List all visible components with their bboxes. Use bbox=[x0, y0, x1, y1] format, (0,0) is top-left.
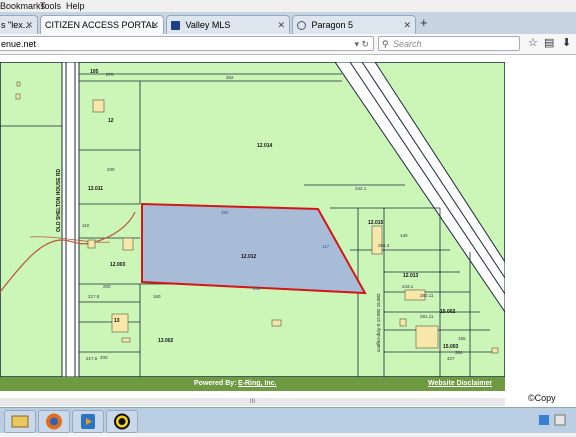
star-icon[interactable]: ☆ bbox=[528, 36, 538, 49]
address-bar[interactable]: enue.net ▾ ↻ bbox=[0, 36, 374, 51]
map-footer: Powered By: E-Ring, Inc. Website Disclai… bbox=[0, 377, 505, 391]
dimension-label: 286.3 bbox=[378, 243, 390, 248]
circle-app-icon[interactable] bbox=[106, 410, 138, 433]
powered-by-label: Powered By: bbox=[194, 380, 237, 387]
parcel-label: 12.003 bbox=[110, 262, 126, 268]
parcel-map[interactable]: 105 12 12.014 12.011 12.012 12.003 12.01… bbox=[0, 61, 506, 378]
tab-4-label: Paragon 5 bbox=[311, 20, 354, 30]
dimension-label: 342.1 bbox=[355, 186, 367, 191]
horizontal-scrollbar[interactable]: III bbox=[0, 398, 505, 406]
media-player-icon[interactable] bbox=[72, 410, 104, 433]
dimension-label: 200 bbox=[103, 284, 111, 289]
bookmark-list-icon[interactable]: ▤ bbox=[544, 36, 554, 49]
tab-3-label: Valley MLS bbox=[185, 20, 231, 30]
tab-4[interactable]: Paragon 5 ✕ bbox=[292, 15, 416, 34]
dimension-label: 260 bbox=[253, 286, 261, 291]
close-tab-icon[interactable]: ✕ bbox=[25, 16, 33, 34]
menu-tools[interactable]: Tools bbox=[40, 0, 61, 12]
dimension-label: 160 bbox=[153, 294, 161, 299]
search-icon: ⚲ bbox=[382, 39, 389, 49]
valley-mls-icon bbox=[171, 21, 180, 31]
dimension-label: 262 bbox=[226, 75, 234, 80]
dimension-label: 217.6 bbox=[86, 356, 98, 361]
ering-link[interactable]: E-Ring, Inc. bbox=[238, 377, 277, 391]
parcel-label: 12.013 bbox=[403, 273, 419, 279]
dimension-label: 140 bbox=[400, 233, 408, 238]
search-input[interactable]: ⚲ Search bbox=[378, 36, 520, 51]
parcel-label: 13.002 bbox=[158, 338, 174, 344]
parcel-label: 12.014 bbox=[257, 143, 273, 149]
parcel-label: 12.012 bbox=[241, 254, 257, 260]
dimension-label: 243.1 bbox=[402, 284, 414, 289]
parcel-label: 12 bbox=[108, 118, 114, 124]
road-label: OLD SHELTON HOUSE RD bbox=[56, 168, 62, 232]
menu-help[interactable]: Help bbox=[66, 0, 85, 12]
dimension-label: 200 bbox=[107, 167, 115, 172]
taskbar bbox=[0, 407, 576, 433]
close-tab-icon[interactable]: ✕ bbox=[151, 16, 159, 34]
parcel-label: 105 bbox=[90, 69, 99, 75]
dimension-label: 270 bbox=[106, 72, 114, 77]
dimension-label: 110 bbox=[82, 223, 90, 228]
map-canvas[interactable]: 105 12 12.014 12.011 12.012 12.003 12.01… bbox=[0, 61, 506, 378]
scroll-grip[interactable]: III bbox=[250, 399, 255, 405]
parcel-label: 13 bbox=[114, 318, 120, 324]
tab-strip: s "lex... ✕ CITIZEN ACCESS PORTAL ✕ Vall… bbox=[0, 12, 576, 34]
address-value: enue.net bbox=[1, 39, 37, 49]
parcel-label: 12.015 bbox=[368, 220, 384, 226]
paragon-icon bbox=[297, 21, 306, 31]
file-explorer-icon[interactable] bbox=[4, 410, 36, 433]
network-icon bbox=[539, 415, 549, 425]
volume-icon bbox=[554, 414, 566, 426]
download-icon[interactable]: ⬇ bbox=[562, 36, 571, 49]
reload-icon[interactable]: ▾ ↻ bbox=[354, 37, 369, 52]
parcel-label: 15.002 bbox=[440, 309, 456, 315]
dimension-label: 364 bbox=[455, 350, 463, 355]
system-tray bbox=[535, 412, 573, 428]
close-tab-icon[interactable]: ✕ bbox=[403, 16, 411, 34]
dimension-label: 200 bbox=[100, 355, 108, 360]
dimension-label: 117 bbox=[322, 244, 330, 249]
old-shelton-road bbox=[61, 61, 80, 378]
menu-bookmarks[interactable]: Bookmarks bbox=[0, 0, 45, 12]
copyright-text: ©Copy bbox=[528, 393, 556, 403]
tab-2-label: CITIZEN ACCESS PORTAL bbox=[45, 20, 157, 30]
tab-3[interactable]: Valley MLS ✕ bbox=[166, 15, 290, 34]
disclaimer-link[interactable]: Website Disclaimer bbox=[428, 377, 492, 391]
new-tab-icon[interactable]: + bbox=[420, 15, 428, 30]
tab-2[interactable]: CITIZEN ACCESS PORTAL ✕ bbox=[40, 15, 164, 34]
parcel-label: 12.011 bbox=[88, 186, 103, 192]
search-placeholder: Search bbox=[393, 39, 422, 49]
dimension-label: 217.8 bbox=[88, 294, 100, 299]
menu-bar: Bookmarks Tools Help bbox=[0, 0, 576, 12]
nav-bar: enue.net ▾ ↻ ⚲ Search bbox=[0, 34, 576, 55]
dimension-label: 155 bbox=[458, 336, 466, 341]
firefox-icon[interactable] bbox=[38, 410, 70, 433]
dimension-label: 290.11 bbox=[420, 293, 434, 298]
dimension-label: 291.11 bbox=[420, 314, 434, 319]
dimension-label: 380 bbox=[221, 210, 229, 215]
tab-1[interactable]: s "lex... ✕ bbox=[0, 15, 38, 34]
close-tab-icon[interactable]: ✕ bbox=[277, 16, 285, 34]
dimension-label: 427 bbox=[447, 356, 455, 361]
road-label: conflict-duty-S 12.002 15.002 bbox=[376, 293, 381, 352]
